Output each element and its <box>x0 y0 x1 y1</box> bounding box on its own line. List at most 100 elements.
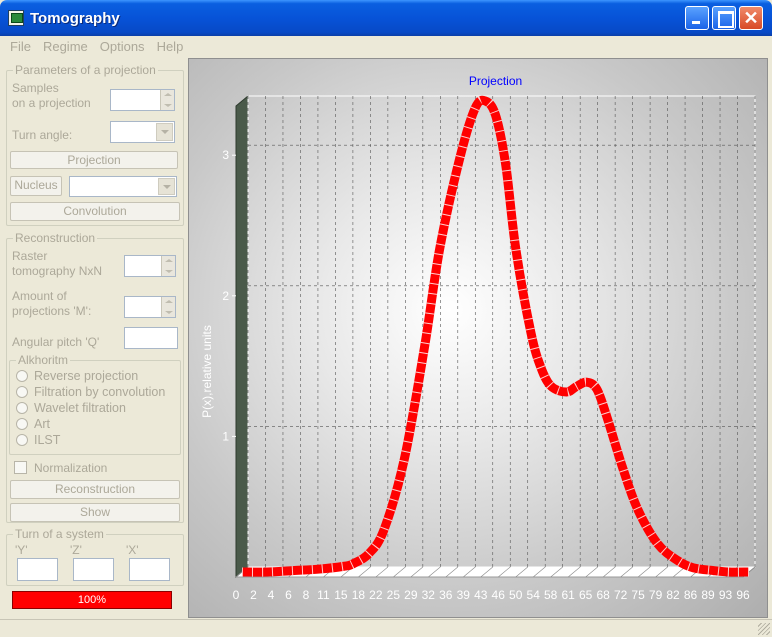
title-bar: Tomography ✕ <box>0 0 772 36</box>
x-tick-label: 43 <box>474 588 488 602</box>
algorithm-label: Wavelet filtration <box>34 401 126 415</box>
menu-options[interactable]: Options <box>94 36 151 57</box>
control-panel: Parameters of a projection Samples on a … <box>4 58 186 618</box>
x-tick-label: 50 <box>509 588 523 602</box>
amount-label: Amount of <box>12 289 67 303</box>
show-button[interactable]: Show <box>10 503 180 522</box>
progress-text: 100% <box>77 594 107 606</box>
x-tick-label: 18 <box>352 588 366 602</box>
x-tick-label: 65 <box>579 588 593 602</box>
radio-ilst[interactable] <box>16 434 28 446</box>
menu-file[interactable]: File <box>4 36 37 57</box>
nucleus-select[interactable] <box>69 176 177 197</box>
algorithm-label: Reverse projection <box>34 369 139 383</box>
z-label: 'Z' <box>70 543 82 557</box>
chevron-down-icon[interactable] <box>156 123 173 141</box>
convolution-button[interactable]: Convolution <box>10 202 180 221</box>
radio-reverse-projection[interactable] <box>16 370 28 382</box>
parameters-legend: Parameters of a projection <box>13 63 158 77</box>
x-tick-label: 2 <box>250 588 257 602</box>
y-input[interactable] <box>17 558 58 581</box>
radio-art[interactable] <box>16 418 28 430</box>
radio-filtration-convolution[interactable] <box>16 386 28 398</box>
reconstruction-button[interactable]: Reconstruction <box>10 480 180 499</box>
y-label: 'Y' <box>15 543 28 557</box>
chevron-down-icon[interactable] <box>158 178 175 195</box>
left-wall <box>235 94 249 579</box>
x-tick-label: 36 <box>439 588 453 602</box>
x-tick-label: 68 <box>596 588 610 602</box>
amount-label-2: projections 'M': <box>12 304 92 318</box>
menu-bar: File Regime Options Help <box>4 36 768 56</box>
turn-legend: Turn of a system <box>13 527 106 541</box>
progress-bar: 100% <box>12 591 172 609</box>
reconstruction-legend: Reconstruction <box>13 231 98 245</box>
y-tick-label: 1 <box>222 429 229 443</box>
algorithm-group: Alkhoritm Reverse projection Filtration … <box>9 353 181 455</box>
chart-title: Projection <box>469 74 522 88</box>
x-tick-label: 6 <box>285 588 292 602</box>
angular-pitch-label: Angular pitch 'Q' <box>12 335 100 349</box>
projection-button[interactable]: Projection <box>10 151 178 169</box>
x-tick-label: 32 <box>422 588 436 602</box>
x-tick-label: 8 <box>303 588 310 602</box>
raster-spinner[interactable] <box>124 255 176 277</box>
turn-angle-select[interactable] <box>110 121 175 143</box>
angular-pitch-input[interactable] <box>124 327 178 349</box>
x-tick-label: 4 <box>268 588 275 602</box>
samples-spinner[interactable] <box>110 89 175 111</box>
projections-spinner[interactable] <box>124 296 176 318</box>
x-tick-label: 82 <box>666 588 680 602</box>
x-tick-label: 46 <box>492 588 506 602</box>
x-tick-label: 0 <box>233 588 240 602</box>
x-tick-label: 54 <box>527 588 541 602</box>
samples-label: Samples <box>12 81 59 95</box>
x-tick-label: 79 <box>649 588 663 602</box>
radio-wavelet-filtration[interactable] <box>16 402 28 414</box>
resize-grip-icon[interactable] <box>758 623 770 635</box>
y-tick-label: 2 <box>222 289 229 303</box>
x-tick-label: 61 <box>561 588 575 602</box>
z-input[interactable] <box>73 558 114 581</box>
nucleus-button[interactable]: Nucleus <box>10 176 62 196</box>
spinner-arrows-icon[interactable] <box>160 90 174 110</box>
samples-label-2: on a projection <box>12 96 91 110</box>
menu-help[interactable]: Help <box>151 36 190 57</box>
window-title: Tomography <box>30 10 120 27</box>
x-tick-label: 96 <box>736 588 750 602</box>
x-label: 'X' <box>126 543 139 557</box>
turn-group: Turn of a system 'Y' 'Z' 'X' <box>6 527 184 586</box>
x-tick-label: 89 <box>701 588 715 602</box>
reconstruction-group: Reconstruction Raster tomography NxN Amo… <box>6 231 184 523</box>
spinner-arrows-icon[interactable] <box>161 297 175 317</box>
y-tick-label: 3 <box>222 148 229 162</box>
app-icon <box>8 10 24 26</box>
normalization-checkbox[interactable] <box>14 461 27 474</box>
projection-chart: 1 2 3 0 2 4 6 8 11 15 18 22 25 29 32 36 39 43 46 50 54 58 61 65… <box>188 58 768 618</box>
raster-label-2: tomography NxN <box>12 264 103 278</box>
x-tick-label: 39 <box>457 588 471 602</box>
x-tick-label: 11 <box>317 588 330 602</box>
x-tick-label: 93 <box>719 588 733 602</box>
algorithm-label: Filtration by convolution <box>34 385 166 399</box>
x-tick-label: 22 <box>369 588 383 602</box>
spinner-arrows-icon[interactable] <box>161 256 175 276</box>
turn-angle-label: Turn angle: <box>12 128 73 142</box>
status-bar <box>0 619 772 637</box>
x-tick-label: 72 <box>614 588 628 602</box>
x-input[interactable] <box>129 558 170 581</box>
menu-regime[interactable]: Regime <box>37 36 94 57</box>
x-tick-label: 29 <box>404 588 418 602</box>
maximize-button[interactable] <box>712 6 736 30</box>
minimize-button[interactable] <box>685 6 709 30</box>
chart-svg: 1230 2 4 6 8 11 15 18 22 25 29 32 36 39 43 46 50 54 58 61 65… <box>200 74 757 602</box>
algorithm-label: ILST <box>34 433 61 447</box>
parameters-group: Parameters of a projection Samples on a … <box>6 63 184 226</box>
raster-label: Raster <box>12 249 48 263</box>
algorithm-legend: Alkhoritm <box>16 353 71 367</box>
algorithm-label: Art <box>34 417 50 431</box>
x-tick-label: 58 <box>544 588 558 602</box>
normalization-label: Normalization <box>34 461 108 475</box>
x-tick-label: 25 <box>387 588 401 602</box>
close-button[interactable]: ✕ <box>739 6 763 30</box>
